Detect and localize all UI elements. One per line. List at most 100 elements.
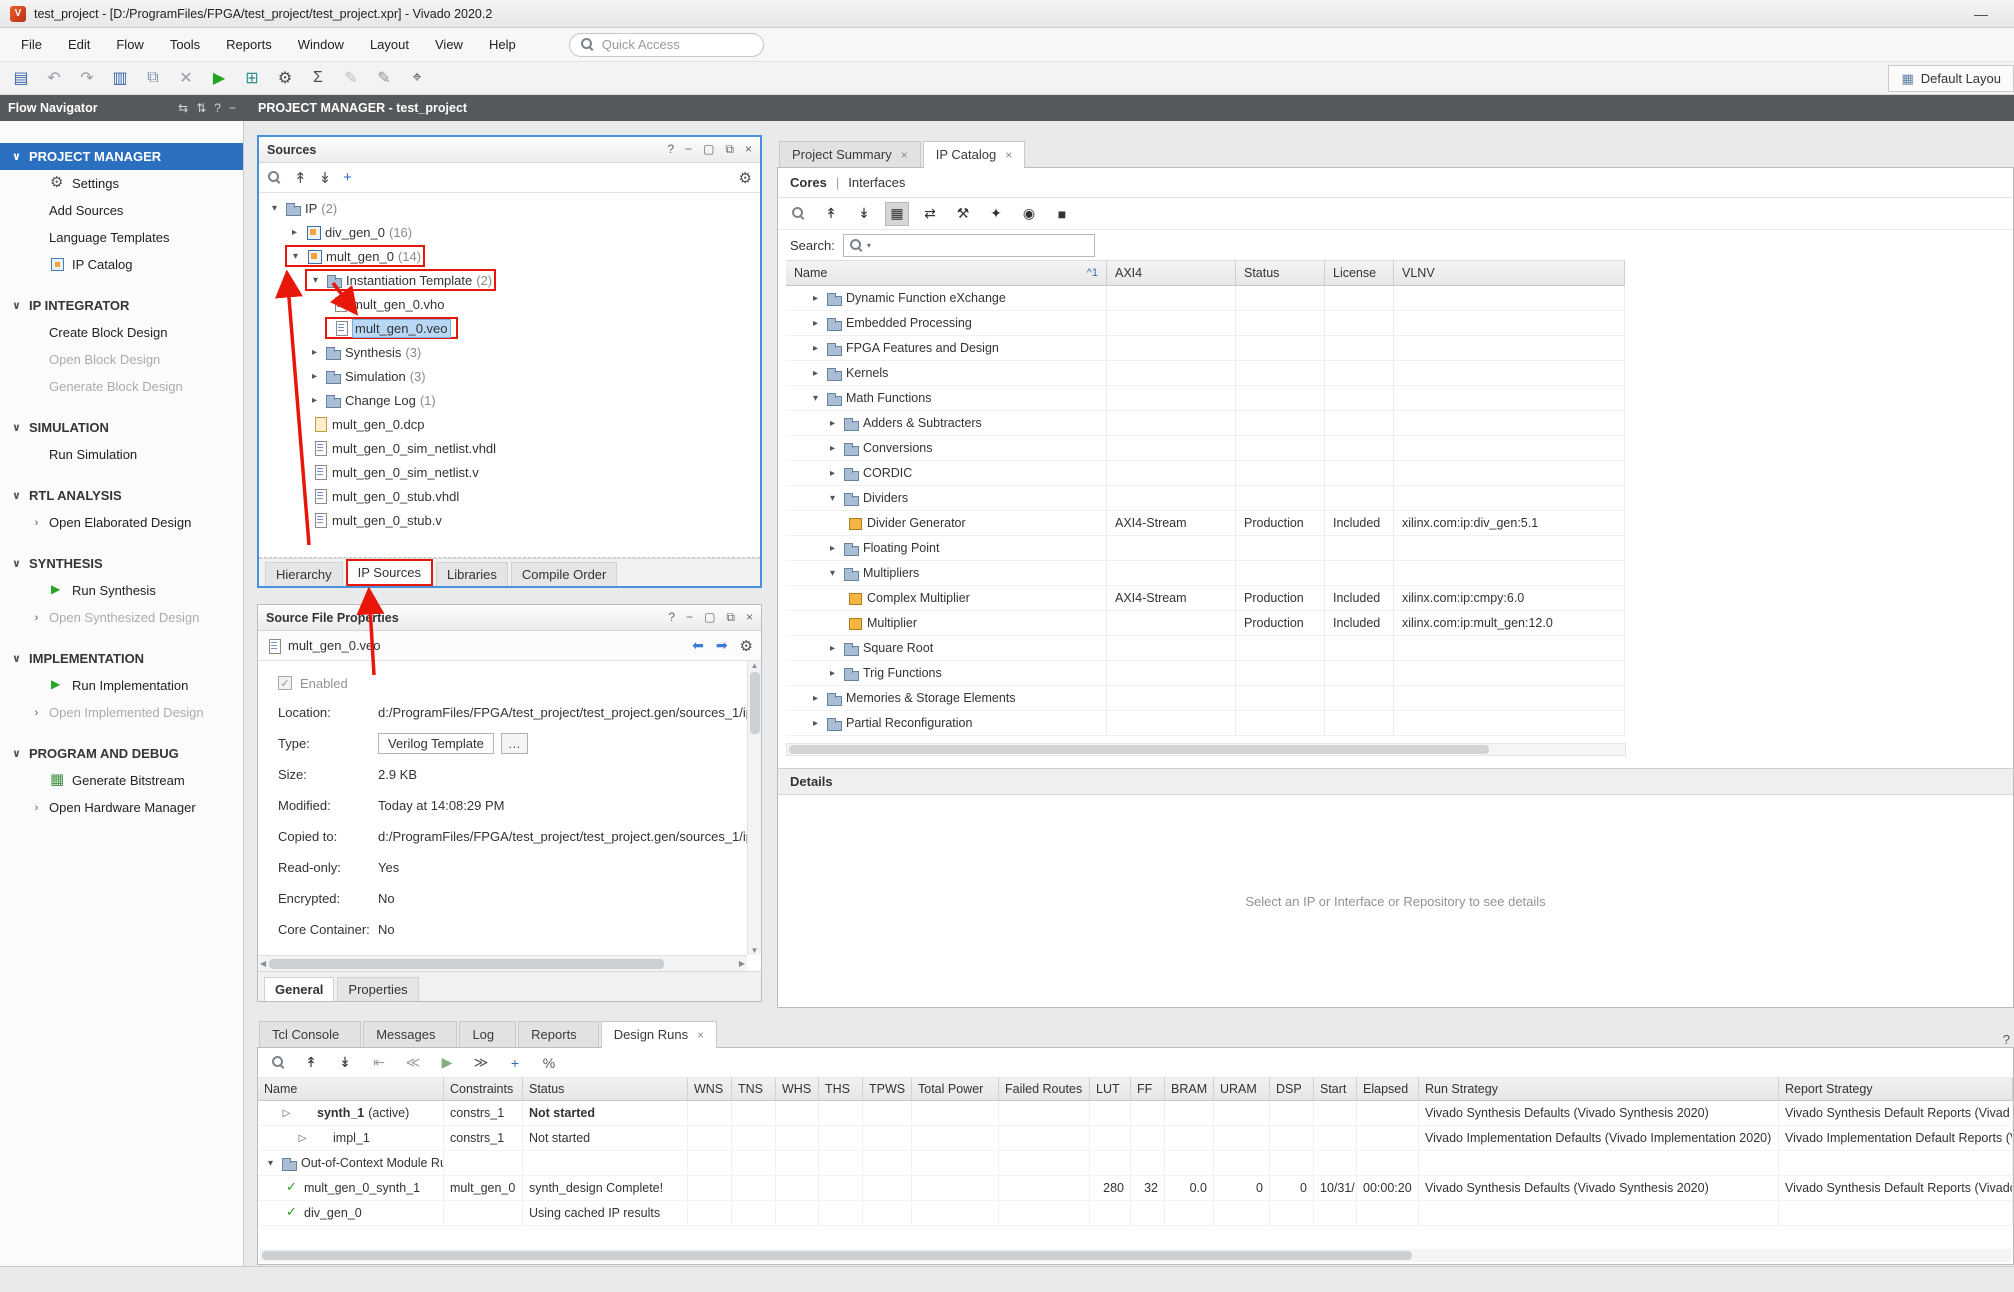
close-icon[interactable]: × [745,142,752,157]
vertical-scrollbar[interactable]: ▲▼ [747,661,761,955]
tree-expander-icon[interactable]: ▸ [826,468,839,479]
enabled-checkbox[interactable]: ✓ [278,676,292,690]
flow-navigator-item[interactable]: IP Catalog [0,251,243,278]
expand-collapse-icon[interactable]: ⇅ [196,101,206,115]
close-icon[interactable]: × [901,148,908,162]
flow-navigator-item[interactable]: ∨ IMPLEMENTATION [0,645,243,672]
column-header[interactable]: DSP [1270,1078,1314,1101]
catalog-row[interactable]: ▸ Embedded Processing [786,311,1626,336]
minimize-icon[interactable]: − [686,610,693,625]
tree-expander-icon[interactable]: ▸ [288,227,301,238]
tree-expander-icon[interactable]: ▸ [308,395,321,406]
hierarchy-view-icon[interactable]: ⇄ [918,202,942,226]
search-icon[interactable] [266,1051,290,1075]
design-run-row[interactable]: ▷ synth_1 (active) constrs_1 Not started [258,1101,2013,1126]
console-tab[interactable]: Reports [518,1021,599,1047]
flow-navigator-item[interactable]: Add Sources [0,197,243,224]
catalog-row[interactable]: ▾ Math Functions [786,386,1626,411]
minimize-icon[interactable]: − [229,101,236,115]
type-more-button[interactable]: … [501,733,528,754]
catalog-row[interactable]: ▸ Adders & Subtracters [786,411,1626,436]
run-icon[interactable]: ▶ [206,65,232,91]
tree-expander-icon[interactable]: ▷ [296,1133,309,1144]
flow-navigator-item[interactable]: Run Simulation [0,441,243,468]
tree-row[interactable]: mult_gen_0.vho [259,292,760,316]
column-header[interactable]: Status [523,1078,688,1101]
design-run-row[interactable]: mult_gen_0_synth_1 mult_gen_0 synth_desi… [258,1176,2013,1201]
pencil-icon[interactable]: ✎ [371,65,397,91]
catalog-row[interactable]: ▸ Kernels [786,361,1626,386]
details-icon[interactable]: ■ [1050,202,1074,226]
catalog-search-input[interactable]: ▾ [843,234,1095,257]
column-header[interactable]: Name [258,1078,444,1101]
tree-expander-icon[interactable]: ▸ [826,668,839,679]
column-header[interactable]: Start [1314,1078,1357,1101]
scrollbar-thumb[interactable] [750,672,760,734]
flow-navigator-item[interactable]: Open Block Design [0,346,243,373]
tree-expander-icon[interactable]: ▾ [268,203,281,214]
horizontal-scrollbar[interactable] [260,1249,2011,1262]
step-forward-icon[interactable]: ≫ [469,1051,493,1075]
settings-gear-icon[interactable]: ⚙ [740,637,753,655]
dock-icon[interactable]: ⇆ [178,101,188,115]
tree-expander-icon[interactable]: ▸ [809,368,822,379]
tree-expander-icon[interactable]: ▸ [809,318,822,329]
help-icon[interactable]: ? [2003,1032,2014,1047]
collapse-all-icon[interactable]: ↟ [299,1051,323,1075]
tree-expander-icon[interactable]: ▸ [826,643,839,654]
link-icon[interactable]: ✦ [984,202,1008,226]
catalog-row[interactable]: ▸ Square Root [786,636,1626,661]
step-back-icon[interactable]: ≪ [401,1051,425,1075]
column-header[interactable]: TPWS [863,1078,912,1101]
column-header-status[interactable]: Status [1236,260,1325,286]
collapse-all-icon[interactable]: ↟ [294,169,307,187]
flow-navigator-item[interactable]: Language Templates [0,224,243,251]
back-arrow-icon[interactable]: ⬅ [692,637,704,654]
tree-expander-icon[interactable]: ▸ [809,693,822,704]
percent-icon[interactable]: % [537,1051,561,1075]
expand-all-icon[interactable]: ↡ [319,169,332,187]
blocks-icon[interactable]: ⊞ [239,65,265,91]
catalog-row[interactable]: ▸ CORDIC [786,461,1626,486]
catalog-row[interactable]: ▸ Trig Functions [786,661,1626,686]
tree-row[interactable]: ▾ mult_gen_0 (14) [259,244,760,268]
properties-view-tab[interactable]: General [264,977,334,1001]
catalog-row[interactable]: ▸ Partial Reconfiguration [786,711,1626,736]
flow-navigator-item[interactable]: Settings [0,170,243,197]
menu-item[interactable]: Window [285,30,357,59]
sources-view-tab[interactable]: Compile Order [511,562,618,586]
search-icon[interactable] [786,202,810,226]
tree-row[interactable]: ▸ Change Log (1) [259,388,760,412]
column-header[interactable]: LUT [1090,1078,1131,1101]
column-header-axi4[interactable]: AXI4 [1107,260,1236,286]
expand-all-icon[interactable]: ↡ [852,202,876,226]
close-icon[interactable]: × [697,1028,704,1042]
close-icon[interactable]: × [1005,148,1012,162]
column-header[interactable]: URAM [1214,1078,1270,1101]
flow-navigator-item[interactable]: ∨ PROGRAM AND DEBUG [0,740,243,767]
tree-row[interactable]: ▸ div_gen_0 (16) [259,220,760,244]
flow-navigator-item[interactable]: › Open Hardware Manager [0,794,243,821]
tree-expander-icon[interactable]: ▸ [826,443,839,454]
flow-navigator-item[interactable]: › Open Elaborated Design [0,509,243,536]
redo-icon[interactable]: ↷ [74,65,100,91]
float-icon[interactable]: ⧉ [726,610,735,625]
column-header[interactable]: THS [819,1078,863,1101]
search-icon[interactable] [267,170,282,185]
catalog-row[interactable]: ▸ FPGA Features and Design [786,336,1626,361]
column-header[interactable]: Elapsed [1357,1078,1419,1101]
tree-row[interactable]: ▸ Simulation (3) [259,364,760,388]
quick-access-search[interactable]: Quick Access [569,33,764,57]
design-run-row[interactable]: ▷ impl_1 constrs_1 Not started [258,1126,2013,1151]
menu-item[interactable]: Reports [213,30,285,59]
document-tab[interactable]: Project Summary × [779,141,921,167]
tree-expander-icon[interactable]: ▸ [809,343,822,354]
horizontal-scrollbar[interactable]: ◀▶ [258,955,747,971]
column-header[interactable]: WHS [776,1078,819,1101]
probe-icon[interactable]: ⌖ [404,65,430,91]
catalog-row[interactable]: ▸ Floating Point [786,536,1626,561]
tree-row[interactable]: mult_gen_0_sim_netlist.vhdl [259,436,760,460]
tree-expander-icon[interactable]: ▾ [826,493,839,504]
undo-icon[interactable]: ↶ [41,65,67,91]
console-tab[interactable]: Tcl Console [259,1021,361,1047]
